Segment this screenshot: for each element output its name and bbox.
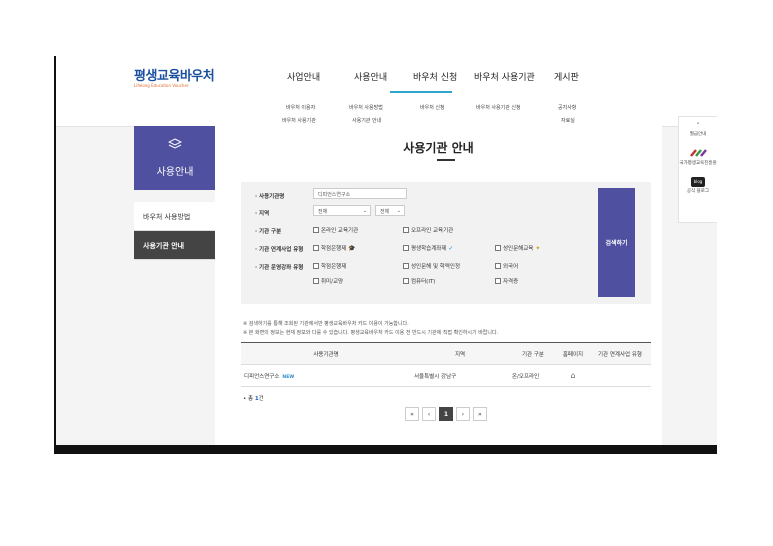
region-select-1[interactable]: 전체 ⌄ — [313, 205, 371, 216]
checkbox-course-literacy[interactable]: 성인문해 및 학력인정 — [403, 262, 460, 270]
col-header-type: 기관 구분 — [509, 342, 557, 365]
page-current[interactable]: 1 — [439, 407, 453, 421]
new-badge: NEW — [282, 374, 295, 380]
nile-logo-icon — [679, 148, 717, 161]
title-underline — [437, 159, 455, 161]
submenu-archive[interactable]: 자료실 — [561, 117, 575, 124]
cell-type: 온/오프라인 — [509, 364, 557, 387]
col-header-link-type: 기관 연계사업 유형 — [589, 342, 651, 365]
top-navigation: 평생교육바우처 Lifelong Education Voucher 사업안내 … — [56, 56, 717, 127]
blog-icon: blog — [690, 177, 706, 187]
search-panel: · 사용기관명 디피언스연구소 · 지역 전체 ⌄ 전체 ⌄ · 기관 구분 온라인… — [241, 182, 651, 304]
total-count: • 총 1건 — [243, 396, 264, 402]
checkbox-course-certificate[interactable]: 자격증 — [495, 277, 518, 285]
region-select-2[interactable]: 전체 ⌄ — [375, 205, 405, 216]
nav-business-info[interactable]: 사업안내 — [287, 70, 320, 83]
search-button[interactable]: 검색하기 — [598, 188, 635, 297]
checkbox-learning-account[interactable]: 평생학습계좌제 ✓ — [403, 244, 453, 252]
submenu-voucher-user[interactable]: 바우처 이용자 — [286, 104, 315, 111]
institution-name-input[interactable]: 디피언스연구소 — [313, 188, 407, 199]
checkbox-course-credit-bank[interactable]: 학점은행제 — [313, 262, 346, 270]
chevron-up-icon: ˄ — [696, 122, 700, 130]
cell-region: 서울특별시 강남구 — [411, 364, 509, 387]
cell-link-type — [589, 364, 651, 387]
quick-item-nile[interactable]: 국가평생교육진흥원 — [679, 148, 717, 167]
home-icon[interactable]: ⌂ — [557, 364, 589, 387]
notice-line-1: ※ 검색하기를 통해 조회된 기관에서만 평생교육바우처 카드 이용이 가능합니… — [243, 321, 409, 327]
label-institution-name: · 사용기관명 — [255, 194, 285, 200]
nav-board[interactable]: 게시판 — [554, 70, 579, 83]
checkbox-adult-literacy[interactable]: 성인문해교육 ✦ — [495, 244, 540, 252]
table-header-row: 사용기관명 지역 기관 구분 홈페이지 기관 연계사업 유형 — [241, 342, 651, 365]
graduation-cap-icon: 🎓 — [348, 244, 356, 252]
site-logo[interactable]: 평생교육바우처 Lifelong Education Voucher — [134, 65, 215, 88]
checkbox-box — [403, 278, 409, 284]
cell-name[interactable]: 디피언스연구소 NEW — [241, 364, 411, 387]
checkbox-course-computer[interactable]: 컴퓨터(IT) — [403, 277, 435, 285]
sidebar-item-usage-method[interactable]: 바우처 사용방법 — [134, 202, 216, 231]
submenu-notice[interactable]: 공지사항 — [558, 104, 576, 111]
check-icon: ✓ — [448, 244, 454, 252]
col-header-region: 지역 — [411, 342, 509, 365]
submenu-institution-apply[interactable]: 바우처 사용기관 신청 — [476, 104, 521, 111]
checkbox-box — [313, 263, 319, 269]
sidebar-item-institution-guide[interactable]: 사용기관 안내 — [134, 231, 216, 260]
page-first-button[interactable]: « — [405, 407, 419, 421]
checkbox-box — [495, 263, 501, 269]
checkbox-box — [495, 245, 501, 251]
chevron-down-icon: ⌄ — [362, 208, 367, 214]
nav-usage-guide[interactable]: 사용안내 — [354, 70, 387, 83]
checkbox-box — [313, 227, 319, 233]
submenu-institution-guide[interactable]: 사용기관 안내 — [352, 117, 381, 124]
page-title: 사용기관 안내 — [403, 141, 474, 155]
sidebar-title: 사용안내 — [156, 167, 194, 178]
checkbox-box — [495, 278, 501, 284]
col-header-homepage: 홈페이지 — [557, 342, 589, 365]
nav-voucher-apply[interactable]: 바우처 신청 — [413, 70, 457, 83]
submenu-voucher-institution[interactable]: 바우처 사용기관 — [282, 117, 316, 124]
checkbox-box — [403, 245, 409, 251]
quick-item-top[interactable]: ˄ 월급안내 — [679, 121, 717, 138]
checkbox-box — [403, 227, 409, 233]
checkbox-online[interactable]: 온라인 교육기관 — [313, 226, 358, 234]
quick-item-blog[interactable]: blog 공식 블로그 — [679, 177, 717, 195]
label-course-type: · 기관 운영강좌 유형 — [255, 265, 304, 271]
sidebar: 사용안내 바우처 사용방법 사용기관 안내 — [134, 126, 216, 260]
chevron-down-icon: ⌄ — [396, 208, 401, 214]
page-last-button[interactable]: » — [473, 407, 487, 421]
checkbox-credit-bank[interactable]: 학점은행제 🎓 — [313, 244, 356, 252]
label-region: · 지역 — [255, 211, 270, 217]
page-prev-button[interactable]: ‹ — [422, 407, 436, 421]
sidebar-header: 사용안내 — [134, 126, 216, 190]
checkbox-box — [403, 263, 409, 269]
results-table: 사용기관명 지역 기관 구분 홈페이지 기관 연계사업 유형 디피언스연구소 NE… — [241, 342, 651, 387]
notice-line-2: ※ 본 화면의 정보는 현재 정보와 다를 수 있습니다. 평생교육바우처 카드… — [243, 330, 499, 336]
main-content: 사용기관 안내 · 사용기관명 디피언스연구소 · 지역 전체 ⌄ 전체 ⌄ · 기… — [215, 126, 662, 445]
submenu-usage-method[interactable]: 바우처 사용방법 — [349, 104, 383, 111]
submenu-voucher-apply[interactable]: 바우처 신청 — [420, 104, 445, 111]
nav-voucher-institutions[interactable]: 바우처 사용기관 — [474, 70, 535, 83]
label-link-type: · 기관 연계사업 유형 — [255, 247, 304, 253]
col-header-name: 사용기관명 — [241, 342, 411, 365]
table-row[interactable]: 디피언스연구소 NEW 서울특별시 강남구 온/오프라인 ⌂ — [241, 364, 651, 387]
checkbox-course-hobby[interactable]: 취미/교양 — [313, 277, 343, 285]
browser-viewport: 평생교육바우처 Lifelong Education Voucher 사업안내 … — [54, 56, 717, 454]
checkbox-box — [313, 245, 319, 251]
pagination: « ‹ 1 › » — [405, 407, 487, 421]
checkbox-offline[interactable]: 오프라인 교육기관 — [403, 226, 453, 234]
checkbox-box — [313, 278, 319, 284]
sparkle-icon: ✦ — [535, 244, 541, 252]
label-institution-type: · 기관 구분 — [255, 229, 282, 235]
quick-menu: ˄ 월급안내 국가평생교육진흥원 blog 공식 블로그 — [678, 116, 717, 223]
active-tab-indicator — [390, 91, 452, 93]
page-next-button[interactable]: › — [456, 407, 470, 421]
layers-icon — [134, 138, 216, 153]
checkbox-course-language[interactable]: 외국어 — [495, 262, 518, 270]
logo-text: 평생교육바우처 — [134, 69, 215, 84]
